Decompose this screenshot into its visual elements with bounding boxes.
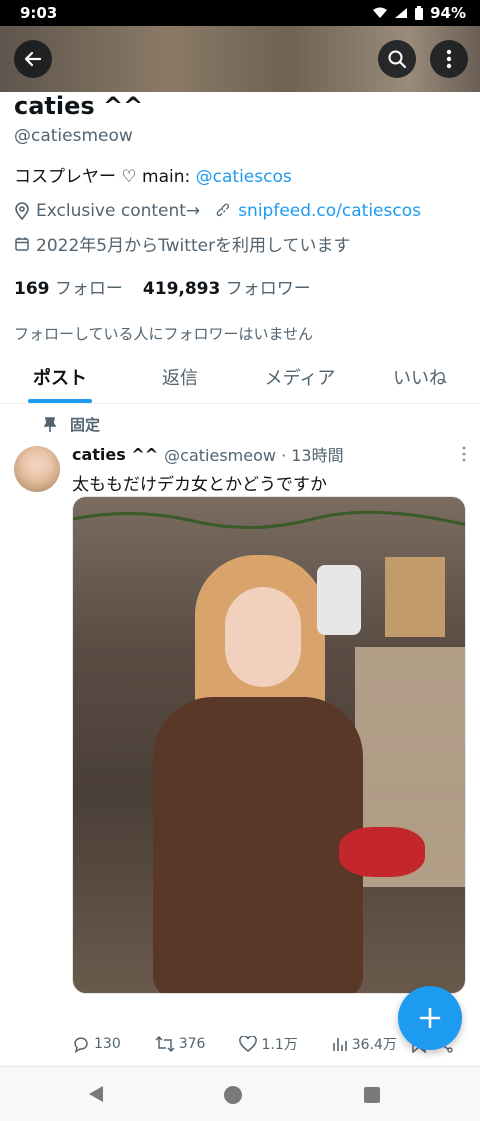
like-button[interactable]: 1.1万: [239, 1034, 298, 1054]
pinned-indicator: 固定: [44, 414, 100, 435]
pinned-label: 固定: [70, 416, 101, 434]
battery-icon: [415, 6, 424, 20]
status-icons: 94%: [372, 4, 466, 22]
back-arrow-icon: [24, 51, 42, 67]
nav-home-icon[interactable]: [224, 1086, 242, 1104]
post-media-image[interactable]: [72, 496, 466, 994]
shirt: [153, 697, 363, 993]
bio-text: コスプレヤー ♡ main:: [14, 167, 196, 187]
link-icon: [216, 203, 230, 217]
nav-recents-icon[interactable]: [364, 1087, 380, 1103]
following-label: フォロー: [54, 279, 123, 299]
tab-posts[interactable]: ポスト: [0, 350, 120, 403]
tab-replies[interactable]: 返信: [120, 350, 240, 403]
plus-icon: [419, 1007, 441, 1029]
signal-icon: [395, 8, 408, 18]
location-text: Exclusive content→: [36, 201, 201, 221]
views-count: 36.4万: [351, 1037, 397, 1053]
vine-decoration: [73, 510, 465, 529]
post-header: caties ^^ @catiesmeow · 13時間: [72, 442, 468, 466]
joined-item: 2022年5月からTwitterを利用しています: [14, 231, 351, 256]
post-body: caties ^^ @catiesmeow · 13時間 太ももだけデカ女とかど…: [72, 442, 468, 495]
repost-icon: [155, 1035, 175, 1053]
reply-button[interactable]: 130: [72, 1035, 121, 1053]
following-count: 169: [14, 279, 50, 299]
joined-text: 2022年5月からTwitterを利用しています: [36, 236, 351, 256]
location-item: Exclusive content→: [14, 201, 200, 221]
reply-count: 130: [94, 1036, 121, 1052]
views-icon: [332, 1038, 347, 1051]
search-button[interactable]: [378, 40, 416, 78]
post-text: 太ももだけデカ女とかどうですか: [72, 475, 327, 495]
avatar[interactable]: [14, 446, 60, 492]
tab-likes[interactable]: いいね: [360, 350, 480, 403]
profile-handle: @catiesmeow: [14, 126, 133, 146]
profile-banner: [0, 26, 480, 92]
joined-row: 2022年5月からTwitterを利用しています: [14, 231, 470, 256]
like-icon: [239, 1036, 258, 1052]
mutual-followers-note: フォローしている人にフォロワーはいません: [14, 325, 314, 343]
post-more-icon[interactable]: [462, 446, 466, 462]
reply-icon: [74, 1037, 88, 1053]
followers-count: 419,893: [142, 279, 221, 299]
pin-icon: [44, 416, 56, 432]
following-stat[interactable]: 169 フォロー: [14, 274, 123, 299]
status-time: 9:03: [20, 4, 58, 22]
profile-bio: コスプレヤー ♡ main: @catiescos: [14, 162, 470, 187]
repost-count: 376: [178, 1036, 206, 1052]
display-name: caties ^^: [14, 92, 144, 120]
status-bar: 9:03 94%: [0, 0, 480, 26]
post-author-name[interactable]: caties ^^: [72, 445, 158, 464]
follow-stats: 169 フォロー 419,893 フォロワー: [14, 274, 470, 299]
post-handle-time: @catiesmeow · 13時間: [164, 446, 344, 465]
followers-stat[interactable]: 419,893 フォロワー: [143, 274, 311, 299]
website-item: snipfeed.co/catiescos: [216, 201, 421, 221]
red-cushion: [339, 827, 425, 877]
tab-media[interactable]: メディア: [240, 350, 360, 403]
profile-meta: Exclusive content→ snipfeed.co/catiescos: [14, 201, 470, 221]
like-count: 1.1万: [261, 1037, 298, 1053]
repost-button[interactable]: 376: [155, 1035, 206, 1053]
battery-level: 94%: [430, 4, 466, 22]
search-icon: [388, 50, 407, 69]
cardboard-figure: [385, 557, 445, 637]
followers-label: フォロワー: [225, 279, 311, 299]
nav-back-icon[interactable]: [88, 1085, 104, 1103]
calendar-icon: [15, 237, 29, 251]
profile-tabs: ポスト 返信 メディア いいね: [0, 350, 480, 404]
wifi-icon: [373, 7, 388, 18]
website-link[interactable]: snipfeed.co/catiescos: [238, 201, 421, 221]
location-icon: [15, 202, 29, 220]
profile-info: caties ^^ @catiesmeow コスプレヤー ♡ main: @ca…: [14, 92, 470, 344]
more-vertical-icon: [446, 49, 452, 69]
more-button[interactable]: [430, 40, 468, 78]
compose-button[interactable]: [398, 986, 462, 1050]
bio-mention-link[interactable]: @catiescos: [196, 167, 292, 187]
back-button[interactable]: [14, 40, 52, 78]
views-button[interactable]: 36.4万: [332, 1034, 397, 1054]
face: [225, 587, 301, 687]
system-nav-bar: [0, 1066, 480, 1121]
phone: [317, 565, 361, 635]
